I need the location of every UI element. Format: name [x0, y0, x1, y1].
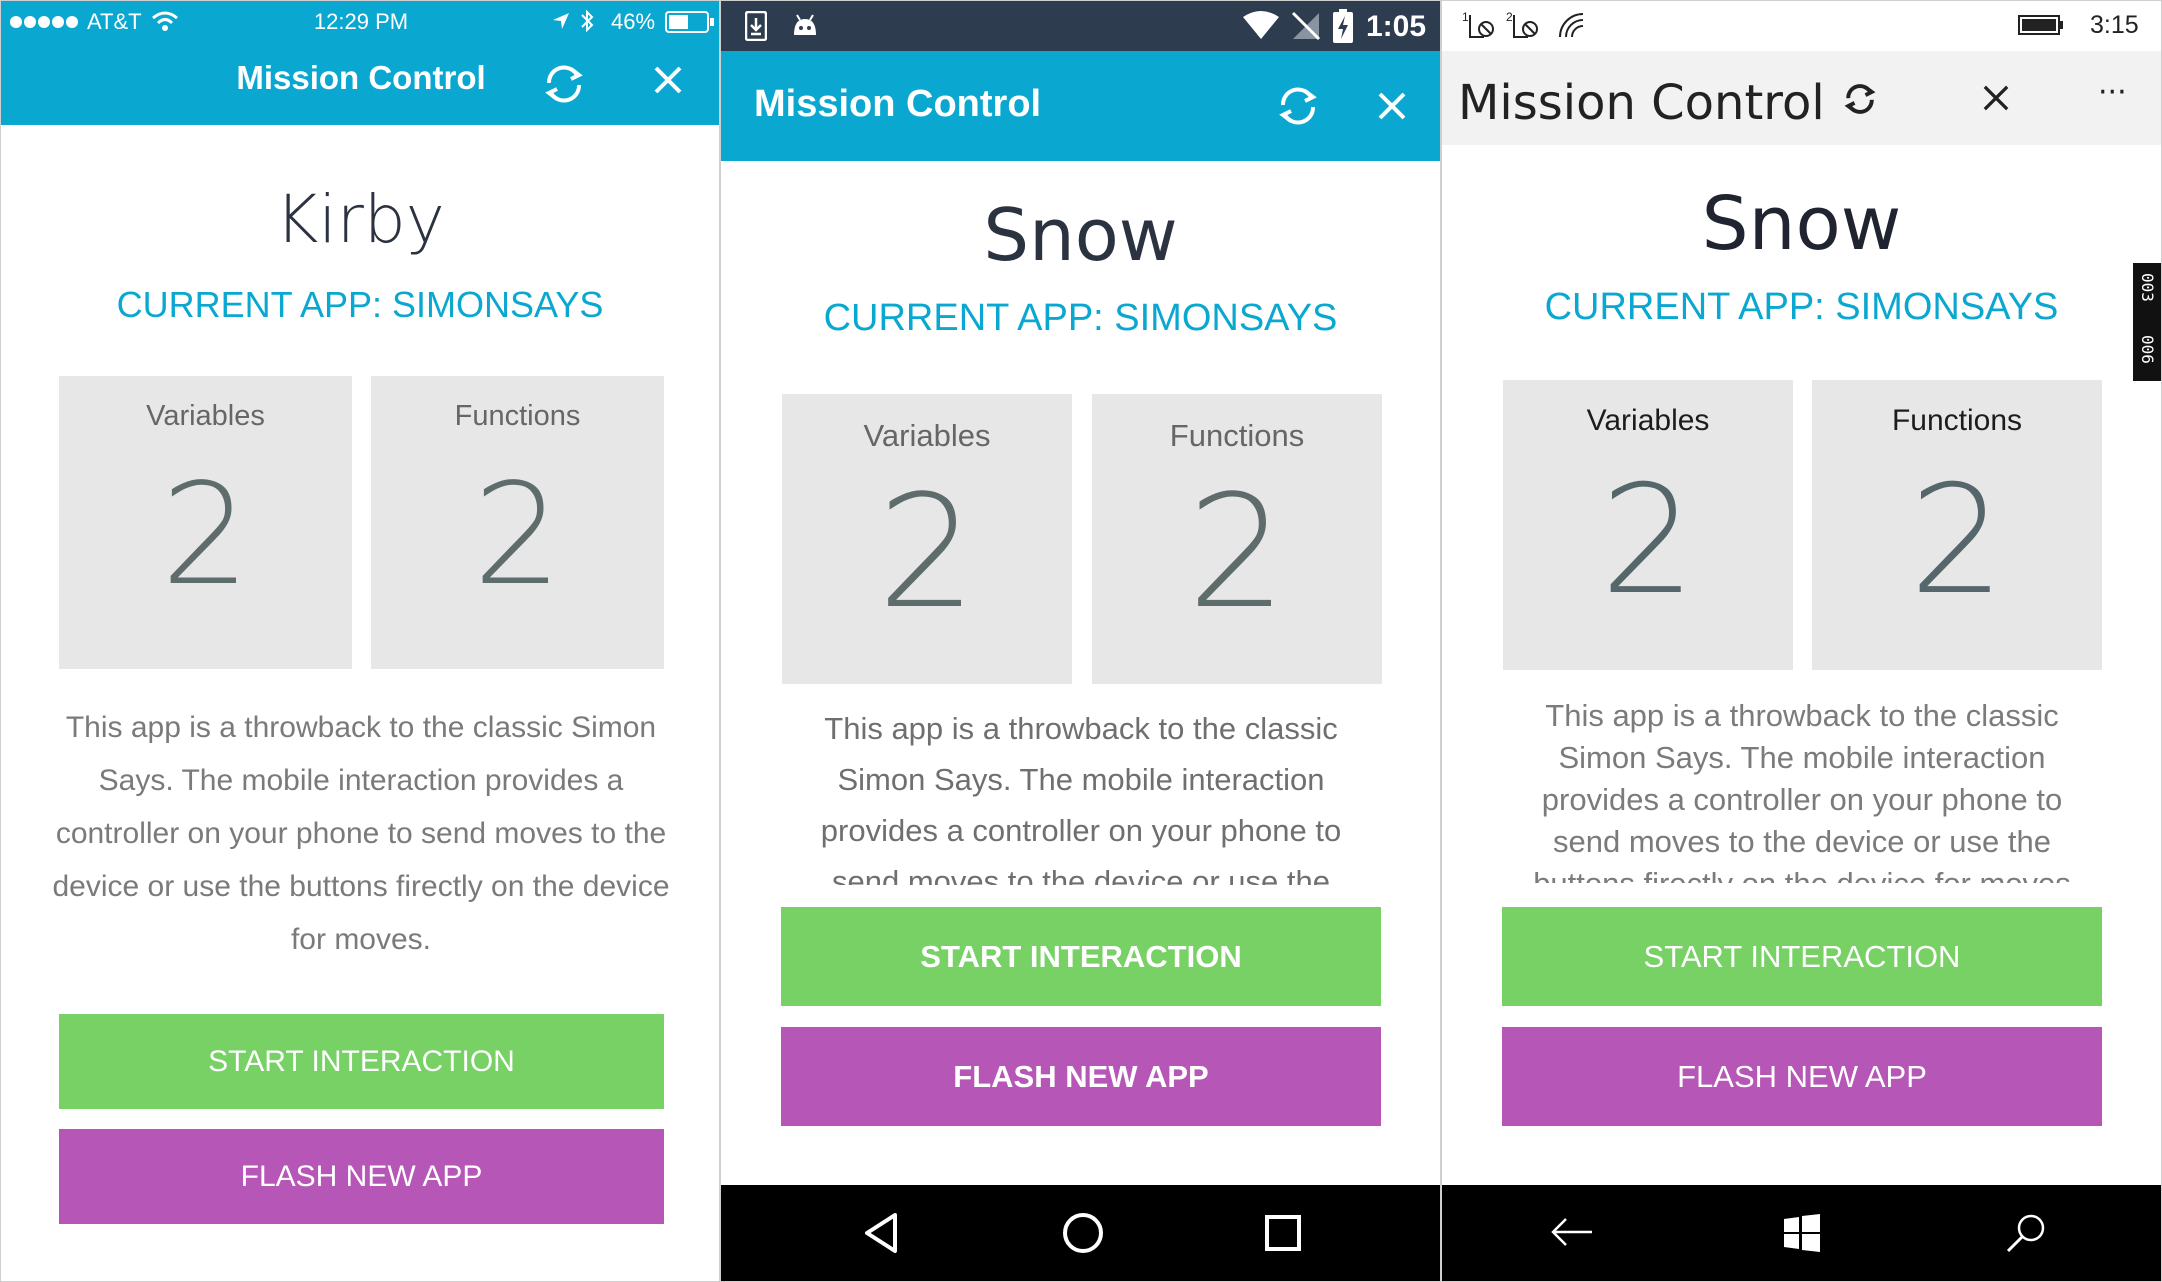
close-icon[interactable]: [1377, 91, 1407, 121]
current-app-label: CURRENT APP: SIMONSAYS: [1544, 286, 2059, 328]
tile-value: 2: [472, 454, 563, 617]
start-interaction-button[interactable]: START INTERACTION: [1502, 907, 2102, 1006]
more-options-button[interactable]: ···: [2098, 75, 2127, 110]
app-title: Mission Control: [1458, 75, 1825, 131]
app-title: Mission Control: [236, 59, 486, 96]
variables-tile: Variables 2: [59, 376, 352, 669]
start-interaction-button[interactable]: START INTERACTION: [59, 1014, 664, 1109]
android-phone-screen: 1:05 Mission Control Snow CURRENT APP: S…: [720, 0, 1441, 1282]
flash-new-app-button[interactable]: FLASH NEW APP: [59, 1129, 664, 1224]
ios-app-bar: Mission Control: [1, 43, 719, 125]
sim1-no-signal-icon: 1: [1462, 10, 1494, 38]
search-icon[interactable]: [2004, 1211, 2048, 1255]
flash-new-app-button[interactable]: FLASH NEW APP: [781, 1027, 1381, 1126]
recents-icon[interactable]: [1263, 1213, 1303, 1253]
flash-new-app-button[interactable]: FLASH NEW APP: [1502, 1027, 2102, 1126]
tile-label: Variables: [146, 400, 265, 432]
battery-percent-label: 46%: [611, 9, 656, 34]
sim2-no-signal-icon: 2: [1506, 10, 1538, 38]
android-app-bar: Mission Control: [721, 51, 1440, 161]
functions-tile: Functions 2: [1812, 380, 2102, 670]
svg-text:2: 2: [1506, 10, 1513, 24]
refresh-icon[interactable]: [1842, 81, 1878, 117]
wifi-icon: [1243, 11, 1279, 39]
app-description: This app is a throwback to the classic S…: [52, 711, 670, 956]
app-description: This app is a throwback to the classic S…: [820, 711, 1342, 885]
no-signal-icon: [1291, 11, 1321, 41]
tile-value: 2: [1187, 461, 1287, 643]
refresh-icon[interactable]: [541, 61, 587, 107]
current-app-label: CURRENT APP: SIMONSAYS: [823, 297, 1338, 339]
functions-tile: Functions 2: [371, 376, 664, 669]
bluetooth-icon: [581, 9, 594, 33]
android-robot-icon: [794, 14, 816, 35]
close-icon[interactable]: [1982, 84, 2010, 112]
battery-icon: [665, 11, 714, 33]
variables-tile: Variables 2: [782, 394, 1072, 684]
back-icon[interactable]: [1550, 1215, 1594, 1249]
refresh-icon[interactable]: [1275, 83, 1321, 129]
android-nav-bar: [721, 1185, 1440, 1281]
windows-status-bar: 1 2 3:15: [1442, 1, 2161, 51]
windows-phone-screen: 1 2 3:15 Mission Control ··· Snow CURREN…: [1441, 0, 2162, 1282]
side-tab-top: 003: [2138, 273, 2157, 302]
device-name: Kirby: [275, 181, 445, 258]
tile-label: Variables: [863, 418, 991, 453]
home-icon[interactable]: [1061, 1211, 1105, 1255]
current-app-label: CURRENT APP: SIMONSAYS: [116, 284, 604, 325]
svg-text:1: 1: [1462, 10, 1469, 24]
tile-label: Variables: [1586, 404, 1710, 437]
functions-tile: Functions 2: [1092, 394, 1382, 684]
windows-logo-icon[interactable]: [1782, 1213, 1822, 1253]
variables-tile: Variables 2: [1503, 380, 1793, 670]
app-description: This app is a throwback to the classic S…: [1533, 698, 2071, 883]
app-title: Mission Control: [754, 83, 1042, 125]
ios-status-bar: AT&T 12:29 PM 46%: [1, 1, 719, 43]
device-name: Snow: [1701, 181, 1902, 267]
close-icon[interactable]: [653, 65, 683, 95]
windows-nav-bar: [1442, 1185, 2161, 1281]
clock-label: 3:15: [2090, 11, 2139, 39]
download-notification-icon: [745, 11, 767, 41]
tile-value: 2: [877, 461, 977, 643]
start-interaction-button[interactable]: START INTERACTION: [781, 907, 1381, 1006]
battery-charging-icon: [1333, 9, 1353, 43]
tile-label: Functions: [1891, 404, 2023, 437]
android-status-bar: 1:05: [721, 1, 1440, 51]
wifi-icon: [1559, 13, 1584, 38]
clock-label: 1:05: [1366, 10, 1427, 43]
battery-icon: [2018, 15, 2063, 35]
tile-value: 2: [1600, 454, 1696, 628]
device-name: Snow: [983, 193, 1178, 277]
side-tab: 003 006: [2133, 263, 2161, 381]
tile-label: Functions: [1169, 418, 1305, 453]
location-arrow-icon: [553, 13, 569, 29]
windows-app-bar: Mission Control ···: [1442, 51, 2161, 145]
ios-phone-screen: AT&T 12:29 PM 46% Mission Control Kirby …: [0, 0, 720, 1282]
tile-value: 2: [1909, 454, 2005, 628]
side-tab-bottom: 006: [2138, 335, 2157, 364]
back-icon[interactable]: [861, 1211, 901, 1255]
tile-label: Functions: [454, 400, 581, 432]
tile-value: 2: [160, 454, 251, 617]
